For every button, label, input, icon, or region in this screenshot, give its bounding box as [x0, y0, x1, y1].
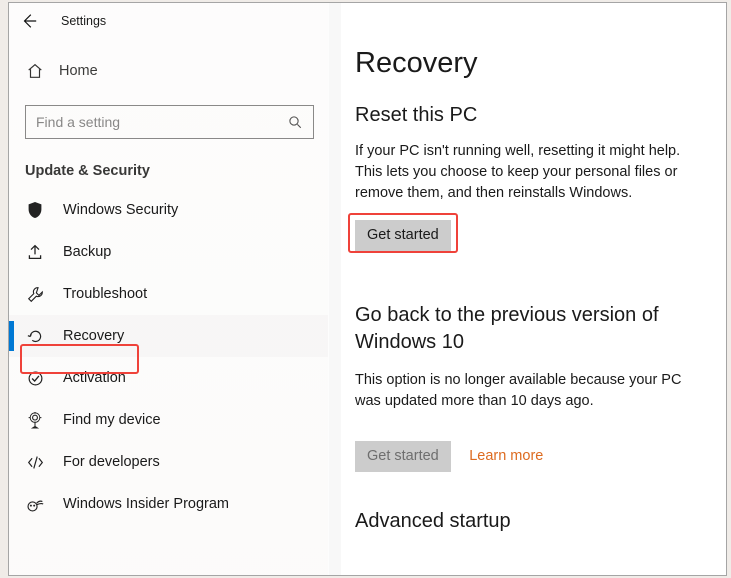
page-title: Recovery: [355, 47, 726, 80]
nav-item-label: Recovery: [63, 328, 124, 344]
insider-icon: [25, 495, 45, 513]
section-goback-body: This option is no longer available becau…: [355, 370, 706, 412]
section-goback-title: Go back to the previous version of Windo…: [355, 302, 696, 356]
nav-item-label: For developers: [63, 454, 160, 470]
right-pane: Recovery Reset this PC If your PC isn't …: [341, 3, 726, 575]
nav-home[interactable]: Home: [9, 51, 328, 91]
shield-icon: [25, 201, 45, 219]
nav-item-label: Backup: [63, 244, 111, 260]
search-box[interactable]: [25, 105, 314, 139]
section-reset-body: If your PC isn't running well, resetting…: [355, 141, 706, 204]
titlebar: Settings: [9, 3, 328, 39]
section-header: Update & Security: [25, 163, 328, 179]
nav-item-activation[interactable]: Activation: [9, 357, 328, 399]
window-title: Settings: [61, 14, 106, 28]
nav-item-windows-security[interactable]: Windows Security: [9, 189, 328, 231]
back-button[interactable]: [13, 5, 45, 37]
nav-item-label: Windows Insider Program: [63, 496, 229, 512]
section-reset-title: Reset this PC: [355, 104, 726, 127]
backup-icon: [25, 243, 45, 261]
nav-item-for-developers[interactable]: For developers: [9, 441, 328, 483]
nav-home-label: Home: [59, 63, 98, 79]
home-icon: [25, 62, 45, 80]
nav-item-label: Troubleshoot: [63, 286, 147, 302]
developers-icon: [25, 454, 45, 471]
wrench-icon: [25, 286, 45, 303]
location-icon: [25, 411, 45, 429]
learn-more-link[interactable]: Learn more: [469, 448, 543, 464]
nav-item-find-my-device[interactable]: Find my device: [9, 399, 328, 441]
search-icon: [285, 115, 305, 130]
nav-item-backup[interactable]: Backup: [9, 231, 328, 273]
goback-get-started-button: Get started: [355, 441, 451, 472]
nav-item-windows-insider[interactable]: Windows Insider Program: [9, 483, 328, 525]
nav-item-label: Windows Security: [63, 202, 178, 218]
activation-icon: [25, 370, 45, 387]
nav-item-recovery[interactable]: Recovery: [9, 315, 328, 357]
nav-item-troubleshoot[interactable]: Troubleshoot: [9, 273, 328, 315]
settings-window: Settings Home Update & Security Windows …: [8, 2, 727, 576]
search-input[interactable]: [36, 114, 285, 130]
recovery-icon: [25, 328, 45, 345]
reset-get-started-button[interactable]: Get started: [355, 220, 451, 251]
section-advanced-title: Advanced startup: [355, 510, 726, 533]
left-pane: Settings Home Update & Security Windows …: [9, 3, 329, 575]
nav-item-label: Find my device: [63, 412, 161, 428]
nav-item-label: Activation: [63, 370, 126, 386]
